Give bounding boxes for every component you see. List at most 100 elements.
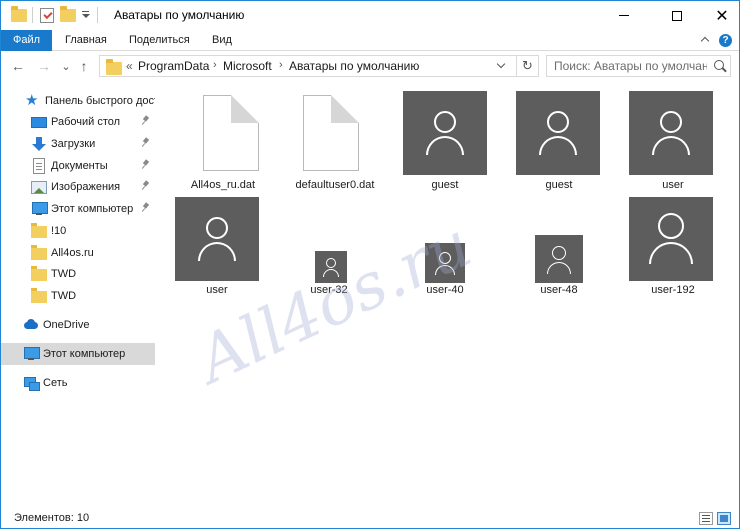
new-folder-icon[interactable]: [60, 6, 76, 24]
status-bar: Элементов: 10: [1, 508, 739, 528]
sidebar-item-this-pc[interactable]: Этот компьютер: [1, 343, 155, 365]
large-icons-view-icon[interactable]: [717, 512, 731, 525]
window-title: Аватары по умолчанию: [114, 8, 245, 22]
sidebar-item-documents[interactable]: Документы: [1, 155, 155, 177]
properties-icon[interactable]: [40, 7, 54, 24]
sidebar-item-this-pc-pinned[interactable]: Этот компьютер: [1, 198, 155, 220]
user-avatar-icon: [516, 91, 600, 175]
sidebar-item-pictures[interactable]: Изображения: [1, 176, 155, 198]
breadcrumb-current[interactable]: Аватары по умолчанию: [289, 59, 419, 73]
maximize-icon: [672, 10, 682, 21]
file-name: user-192: [651, 284, 695, 296]
downloads-icon: [31, 136, 47, 152]
tab-file[interactable]: Файл: [1, 30, 52, 51]
close-icon: ✕: [715, 5, 729, 25]
user-avatar-icon: [425, 243, 465, 283]
file-item[interactable]: guest: [393, 91, 497, 197]
minimize-icon: [619, 15, 629, 16]
user-avatar-icon: [315, 251, 347, 283]
folder-icon: [11, 6, 27, 24]
pin-icon[interactable]: [142, 116, 150, 126]
file-name: user-48: [540, 284, 578, 296]
file-list: All4os_ru.dat defaultuser0.dat guest gue…: [163, 85, 739, 505]
file-item[interactable]: user-48: [507, 197, 611, 303]
recent-locations-button[interactable]: ⌄: [57, 57, 75, 75]
desktop-icon: [31, 116, 47, 128]
tab-share[interactable]: Поделиться: [117, 30, 202, 51]
sidebar-item-label: OneDrive: [43, 319, 90, 331]
sidebar-item-folder-twd-2[interactable]: TWD: [1, 285, 155, 307]
title-bar: Аватары по умолчанию ✕: [1, 1, 739, 30]
sidebar-item-quick-access[interactable]: Панель быстрого доступа: [1, 90, 155, 112]
sidebar-item-folder-all4os[interactable]: All4os.ru: [1, 242, 155, 264]
folder-icon: [31, 266, 47, 281]
back-button[interactable]: ←: [9, 57, 27, 75]
navigation-bar: ← → ⌄ ↑ « ProgramData › Microsoft › Ават…: [1, 52, 739, 80]
breadcrumb-programdata[interactable]: ProgramData: [138, 59, 209, 73]
file-item[interactable]: All4os_ru.dat: [175, 91, 271, 197]
pin-icon[interactable]: [142, 203, 150, 213]
address-dropdown-icon[interactable]: [494, 56, 512, 76]
document-icon: [303, 95, 359, 171]
network-icon: [23, 375, 40, 391]
sidebar-item-label: Этот компьютер: [43, 348, 126, 360]
file-name: user: [662, 179, 684, 191]
sidebar-item-folder-10[interactable]: !10: [1, 220, 155, 242]
search-box[interactable]: [546, 55, 731, 77]
minimize-button[interactable]: [601, 1, 647, 30]
tab-home[interactable]: Главная: [53, 30, 119, 51]
sidebar-item-label: Загрузки: [51, 138, 96, 150]
sidebar-item-label: Сеть: [43, 377, 68, 389]
breadcrumb-overflow[interactable]: «: [126, 59, 133, 73]
address-bar[interactable]: « ProgramData › Microsoft › Аватары по у…: [99, 55, 539, 77]
up-button[interactable]: ↑: [75, 57, 93, 75]
pin-icon[interactable]: [142, 160, 150, 170]
refresh-button[interactable]: ↻: [516, 56, 538, 76]
forward-button[interactable]: →: [35, 57, 53, 75]
file-item[interactable]: user-192: [621, 197, 725, 303]
sidebar-item-label: TWD: [51, 290, 77, 302]
breadcrumb-separator[interactable]: ›: [279, 59, 283, 71]
user-avatar-icon: [175, 197, 259, 281]
folder-icon: [31, 288, 47, 303]
computer-icon: [31, 201, 48, 217]
details-view-icon[interactable]: [699, 512, 713, 525]
sidebar-item-onedrive[interactable]: OneDrive: [1, 314, 155, 336]
file-item[interactable]: user-32: [281, 197, 377, 303]
file-item[interactable]: user: [621, 91, 725, 197]
close-button[interactable]: ✕: [699, 1, 739, 30]
sidebar-item-desktop[interactable]: Рабочий стол: [1, 111, 155, 133]
file-name: user-32: [310, 284, 348, 296]
file-name: guest: [545, 179, 573, 191]
search-input[interactable]: [547, 56, 707, 76]
file-item[interactable]: user-40: [393, 197, 497, 303]
customize-toolbar-icon[interactable]: [81, 7, 90, 24]
sidebar-item-folder-twd[interactable]: TWD: [1, 263, 155, 285]
user-avatar-icon: [629, 197, 713, 281]
sidebar-item-label: TWD: [51, 268, 77, 280]
maximize-button[interactable]: [654, 1, 700, 30]
file-item[interactable]: guest: [507, 91, 611, 197]
user-avatar-icon: [403, 91, 487, 175]
sidebar-item-label: !10: [51, 225, 67, 237]
sidebar-item-label: Рабочий стол: [51, 116, 121, 128]
divider: [32, 7, 33, 23]
divider: [97, 7, 98, 23]
help-icon[interactable]: ?: [719, 34, 732, 47]
tab-view[interactable]: Вид: [200, 30, 244, 51]
pin-icon[interactable]: [142, 138, 150, 148]
sidebar-item-network[interactable]: Сеть: [1, 372, 155, 394]
computer-icon: [23, 346, 40, 362]
folder-icon: [31, 245, 47, 260]
breadcrumb-microsoft[interactable]: Microsoft: [223, 59, 272, 73]
sidebar-item-downloads[interactable]: Загрузки: [1, 133, 155, 155]
file-item[interactable]: defaultuser0.dat: [287, 91, 383, 197]
user-avatar-icon: [535, 235, 583, 283]
breadcrumb-separator[interactable]: ›: [213, 59, 217, 71]
expand-ribbon-icon[interactable]: [701, 35, 711, 45]
file-item[interactable]: user: [169, 197, 265, 303]
file-name: defaultuser0.dat: [295, 179, 375, 191]
pin-icon[interactable]: [142, 181, 150, 191]
star-icon: [25, 91, 41, 109]
item-count: Элементов: 10: [14, 512, 90, 524]
